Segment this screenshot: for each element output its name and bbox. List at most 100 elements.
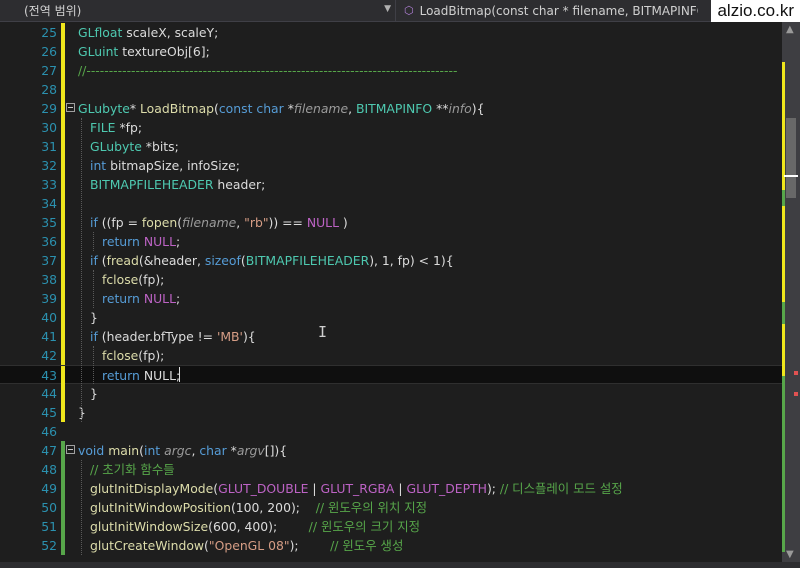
collapse-icon[interactable] (66, 445, 75, 454)
scroll-up-icon[interactable]: ▲ (786, 24, 794, 35)
code-line[interactable]: 26 GLuint textureObj[6]; (0, 42, 782, 61)
code-token: []){ (264, 443, 288, 458)
code-token: BITMAPFILEHEADER (90, 177, 214, 192)
collapse-icon[interactable] (66, 103, 75, 112)
indent-guide (93, 346, 95, 384)
code-line[interactable]: 36 return NULL; (0, 232, 782, 251)
code-token: fread (106, 253, 139, 268)
code-line[interactable]: 41 if (header.bfType != 'MB'){ (0, 327, 782, 346)
watermark: alzio.co.kr (711, 0, 800, 22)
code-token: fopen (141, 215, 178, 230)
code-text: FILE *fp; (90, 118, 142, 137)
code-line[interactable]: 31 GLubyte *bits; (0, 137, 782, 156)
code-line[interactable]: 51 glutInitWindowSize(600, 400); // 윈도우의 … (0, 517, 782, 536)
code-line[interactable]: 44} (0, 384, 782, 403)
line-number: 45 (41, 405, 57, 420)
method-cube-icon: ⬡ (404, 4, 414, 17)
scroll-error-marker (794, 371, 798, 375)
code-line[interactable]: 27 //------------------------------------… (0, 61, 782, 80)
code-line[interactable]: 46 (0, 422, 782, 441)
code-line[interactable]: 32 int bitmapSize, infoSize; (0, 156, 782, 175)
code-token: } (90, 310, 98, 325)
code-line[interactable]: 28 (0, 80, 782, 99)
code-text: return NULL; (102, 232, 180, 251)
code-token: return (102, 234, 140, 249)
code-line[interactable]: 29 GLubyte* LoadBitmap(const char *filena… (0, 99, 782, 118)
change-indicator (61, 232, 65, 251)
code-token: scaleX, scaleY; (122, 25, 219, 40)
code-line[interactable]: 52 glutCreateWindow("OpenGL 08"); // 윈도우 … (0, 536, 782, 555)
code-line[interactable]: 48 // 초기화 함수들 (0, 460, 782, 479)
code-token: GLubyte (78, 101, 130, 116)
change-indicator (61, 156, 65, 175)
code-line[interactable]: 35 if ((fp = fopen(filename, "rb")) == NU… (0, 213, 782, 232)
code-token: textureObj[6]; (118, 44, 210, 59)
change-indicator (61, 536, 65, 555)
code-token: ((fp = (97, 215, 142, 230)
code-line[interactable]: 33 BITMAPFILEHEADER header; (0, 175, 782, 194)
scope-dropdown-label: (전역 범위) (24, 4, 82, 18)
code-token: GLfloat (78, 25, 123, 40)
line-number: 38 (41, 272, 57, 287)
status-bar (0, 562, 800, 568)
change-indicator (61, 270, 65, 289)
code-token: "rb" (244, 215, 269, 230)
code-token: header; (213, 177, 266, 192)
code-line[interactable]: 39 return NULL; (0, 289, 782, 308)
code-line[interactable]: 40} (0, 308, 782, 327)
line-number: 50 (41, 500, 57, 515)
code-line[interactable]: 30 FILE *fp; (0, 118, 782, 137)
member-dropdown[interactable]: ⬡ LoadBitmap(const char * filename, BITM… (398, 0, 698, 21)
code-token: main (108, 443, 140, 458)
change-indicator (61, 308, 65, 327)
code-line[interactable]: 47 void main(int argc, char *argv[]){ (0, 441, 782, 460)
code-line[interactable]: 42 fclose(fp); (0, 346, 782, 365)
change-indicator (61, 213, 65, 232)
scroll-position-indicator (784, 175, 798, 177)
code-token: if (90, 215, 98, 230)
code-token: glutCreateWindow (90, 538, 205, 553)
code-token: | (394, 481, 407, 496)
vertical-scrollbar[interactable]: ▲ ▼ (782, 22, 800, 562)
code-line[interactable]: 43 return NULL; (0, 365, 782, 385)
code-token: NULL (143, 234, 176, 249)
code-token: * (283, 101, 294, 116)
line-number: 48 (41, 462, 57, 477)
code-token: fclose (102, 272, 139, 287)
code-text: if (header.bfType != 'MB'){ (90, 327, 256, 346)
code-token: ); (289, 538, 331, 553)
code-token: | (308, 481, 321, 496)
scroll-change-marker (782, 302, 785, 324)
code-line[interactable]: 34 (0, 194, 782, 213)
line-number: 42 (41, 348, 57, 363)
code-token: , (348, 101, 356, 116)
code-line[interactable]: 38 fclose(fp); (0, 270, 782, 289)
chevron-down-icon[interactable]: ▼ (384, 4, 391, 14)
code-text: return NULL; (102, 366, 180, 385)
change-indicator (61, 441, 65, 460)
line-number: 33 (41, 177, 57, 192)
scroll-down-icon[interactable]: ▼ (786, 549, 794, 560)
change-indicator (61, 251, 65, 270)
change-indicator (61, 460, 65, 479)
code-line[interactable]: 49 glutInitDisplayMode(GLUT_DOUBLE | GLUT… (0, 479, 782, 498)
code-line[interactable]: 37 if (fread(&header, sizeof(BITMAPFILEHE… (0, 251, 782, 270)
code-token: GLubyte (90, 139, 142, 154)
code-line[interactable]: 25 GLfloat scaleX, scaleY; (0, 23, 782, 42)
scroll-change-marker (782, 206, 785, 302)
code-line[interactable]: 50 glutInitWindowPosition(100, 200); // 윈… (0, 498, 782, 517)
code-token: glutInitDisplayMode (90, 481, 214, 496)
code-token: (header.bfType != (97, 329, 217, 344)
scroll-change-marker (782, 190, 785, 206)
code-editor[interactable]: 25 GLfloat scaleX, scaleY; 26 GLuint textur… (0, 22, 782, 562)
code-token: , (236, 215, 245, 230)
code-token: if (90, 253, 98, 268)
scope-dropdown[interactable]: (전역 범위) ▼ (0, 0, 396, 21)
line-number: 36 (41, 234, 57, 249)
code-text: fclose(fp); (102, 270, 164, 289)
code-line[interactable]: 45} (0, 403, 782, 422)
line-number: 34 (41, 196, 57, 211)
scroll-thumb[interactable] (786, 118, 796, 198)
indent-guide (93, 232, 95, 251)
line-number: 39 (41, 291, 57, 306)
